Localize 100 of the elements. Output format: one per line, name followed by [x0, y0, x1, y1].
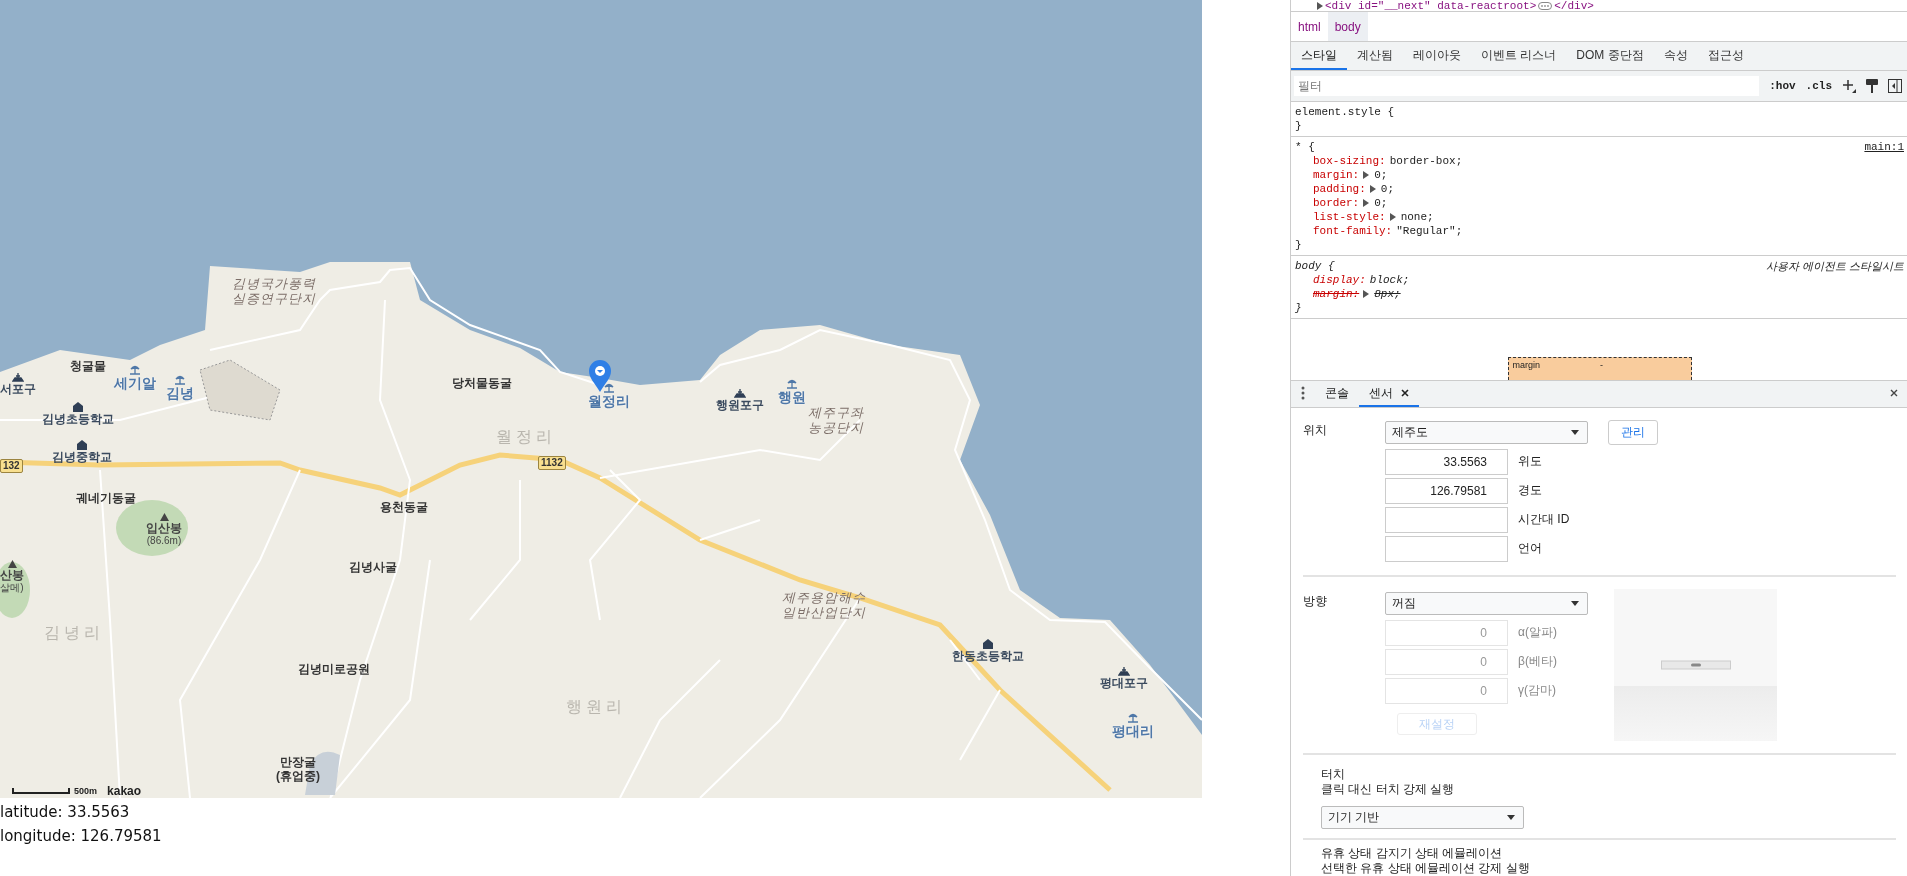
plus-icon[interactable]	[1842, 79, 1856, 93]
css-selector: * {	[1295, 140, 1315, 154]
beach-icon	[785, 378, 799, 390]
css-value: 8px;	[1363, 287, 1401, 301]
css-property: margin:	[1313, 287, 1360, 301]
input-field[interactable]	[1385, 535, 1508, 562]
ellipsis-icon[interactable]	[1538, 1, 1553, 10]
place-label: 청굴물	[70, 359, 106, 373]
paint-roller-icon[interactable]	[1866, 79, 1878, 93]
coordinate-text: longitude: 126.79581	[0, 826, 163, 847]
school-label: 김녕중학교	[52, 450, 112, 464]
harbor-icon	[12, 372, 24, 382]
scale-label: 500m	[74, 786, 98, 796]
section-title: 유휴 상태 감지기 상태 에뮬레이션	[1321, 846, 1504, 861]
area-label: 일반산업단지	[782, 605, 866, 620]
css-value: none;	[1389, 210, 1434, 224]
beach-label: 행원	[778, 390, 806, 404]
section-label: 방향	[1303, 593, 1328, 610]
css-value: "Regular";	[1396, 224, 1463, 238]
css-brace: }	[1295, 301, 1303, 315]
area-label: 농공단지	[808, 420, 864, 435]
map-attribution: kakao	[107, 784, 142, 798]
filter-field[interactable]: 필터	[1294, 76, 1760, 96]
beach-icon	[173, 374, 187, 386]
school-icon	[76, 439, 88, 450]
element-code: <div id="__next" data-reactroot>	[1325, 0, 1537, 11]
school-icon	[72, 401, 84, 412]
place-label: 용천동굴	[380, 500, 428, 514]
panel-tab[interactable]: 속성	[1653, 42, 1698, 70]
hov-toggle[interactable]: :hov	[1769, 80, 1796, 92]
more-menu-icon[interactable]	[1301, 386, 1305, 400]
touch-select[interactable]: 기기 기반	[1321, 806, 1524, 829]
panel-tab[interactable]: 레이아웃	[1403, 42, 1471, 70]
css-property: margin:	[1313, 168, 1360, 182]
caret-icon	[1571, 601, 1579, 606]
scale-bar-icon	[12, 788, 70, 794]
peak-icon	[159, 513, 169, 521]
road-number-sign: 1132	[538, 456, 566, 470]
beach-label: 평대리	[1112, 724, 1154, 738]
device-drawing	[1660, 660, 1731, 670]
input-field[interactable]: 126.79581	[1385, 477, 1508, 504]
drawer-tab[interactable]: 콘솔	[1315, 381, 1359, 407]
css-property: display:	[1313, 273, 1366, 287]
elevation-label: 살메)	[0, 582, 24, 593]
section-description: 클릭 대신 터치 강제 실행	[1321, 782, 1456, 797]
close-icon[interactable]	[1890, 389, 1898, 397]
place-label: 김녕사굴	[349, 560, 397, 574]
elevation-label: (86.6m)	[146, 535, 182, 546]
css-selector: element.style {	[1295, 105, 1395, 119]
beach-label: 세기알	[114, 376, 156, 390]
map-pin-icon	[588, 360, 612, 392]
harbor-label: 서포구	[0, 382, 36, 396]
beach-icon	[1126, 712, 1140, 724]
field-label: β(베타)	[1518, 653, 1557, 670]
panel-tab[interactable]: 이벤트 리스너	[1471, 42, 1567, 70]
panel-tab[interactable]: 접근성	[1697, 42, 1754, 70]
panel-tab[interactable]: 계산됨	[1347, 42, 1403, 70]
harbor-label: 행원포구	[716, 398, 764, 412]
location-select[interactable]: 제주도	[1385, 421, 1588, 444]
harbor-icon	[1118, 666, 1130, 676]
element-code: </div>	[1554, 0, 1594, 11]
beach-label: 김녕	[166, 386, 194, 400]
caret-icon	[1507, 815, 1515, 820]
place-label: (휴업중)	[276, 769, 320, 783]
stylesheet-source[interactable]: 사용자 에이전트 스타일시트	[1765, 259, 1904, 273]
breadcrumb[interactable]: body	[1327, 12, 1368, 41]
place-label: 김녕미로공원	[298, 662, 370, 676]
css-property: list-style:	[1313, 210, 1386, 224]
css-property: padding:	[1313, 182, 1366, 196]
orientation-select[interactable]: 꺼짐	[1385, 592, 1588, 615]
breadcrumb[interactable]: html	[1291, 12, 1328, 41]
drawer-tab[interactable]: 센서	[1359, 381, 1419, 407]
stylesheet-source[interactable]: main:1	[1864, 140, 1904, 154]
css-brace: }	[1295, 238, 1303, 252]
close-icon[interactable]	[1401, 389, 1409, 397]
css-value: 0;	[1363, 196, 1388, 210]
school-label: 김녕초등학교	[42, 412, 114, 426]
area-label: 김녕국가풍력	[232, 276, 316, 291]
css-property: box-sizing:	[1313, 154, 1386, 168]
css-value: 0;	[1369, 182, 1394, 196]
sidebar-toggle-icon[interactable]	[1888, 79, 1902, 93]
field-label: 언어	[1518, 540, 1542, 557]
panel-tab[interactable]: DOM 중단점	[1566, 42, 1654, 70]
cls-toggle[interactable]: .cls	[1805, 80, 1832, 92]
section-description: 선택한 유휴 상태 에뮬레이션 강제 실행	[1321, 861, 1531, 876]
peak-icon	[7, 560, 17, 568]
expand-arrow-icon[interactable]	[1317, 1, 1323, 10]
css-property: font-family:	[1313, 224, 1393, 238]
input-field[interactable]: 33.5563	[1385, 448, 1508, 475]
field-label: 위도	[1518, 453, 1542, 470]
box-model-margin: margin -	[1507, 357, 1692, 380]
road-number-sign: 132	[0, 459, 23, 473]
manage-button[interactable]: 관리	[1608, 420, 1658, 445]
caret-icon	[1571, 430, 1579, 435]
input-field[interactable]	[1385, 506, 1508, 533]
field-label: γ(감마)	[1518, 682, 1556, 699]
mountain-label: 산봉	[0, 568, 24, 582]
mountain-label: 입산봉	[146, 521, 182, 535]
area-label: 실증연구단지	[232, 291, 316, 306]
coordinate-text: latitude: 33.5563	[0, 802, 131, 823]
